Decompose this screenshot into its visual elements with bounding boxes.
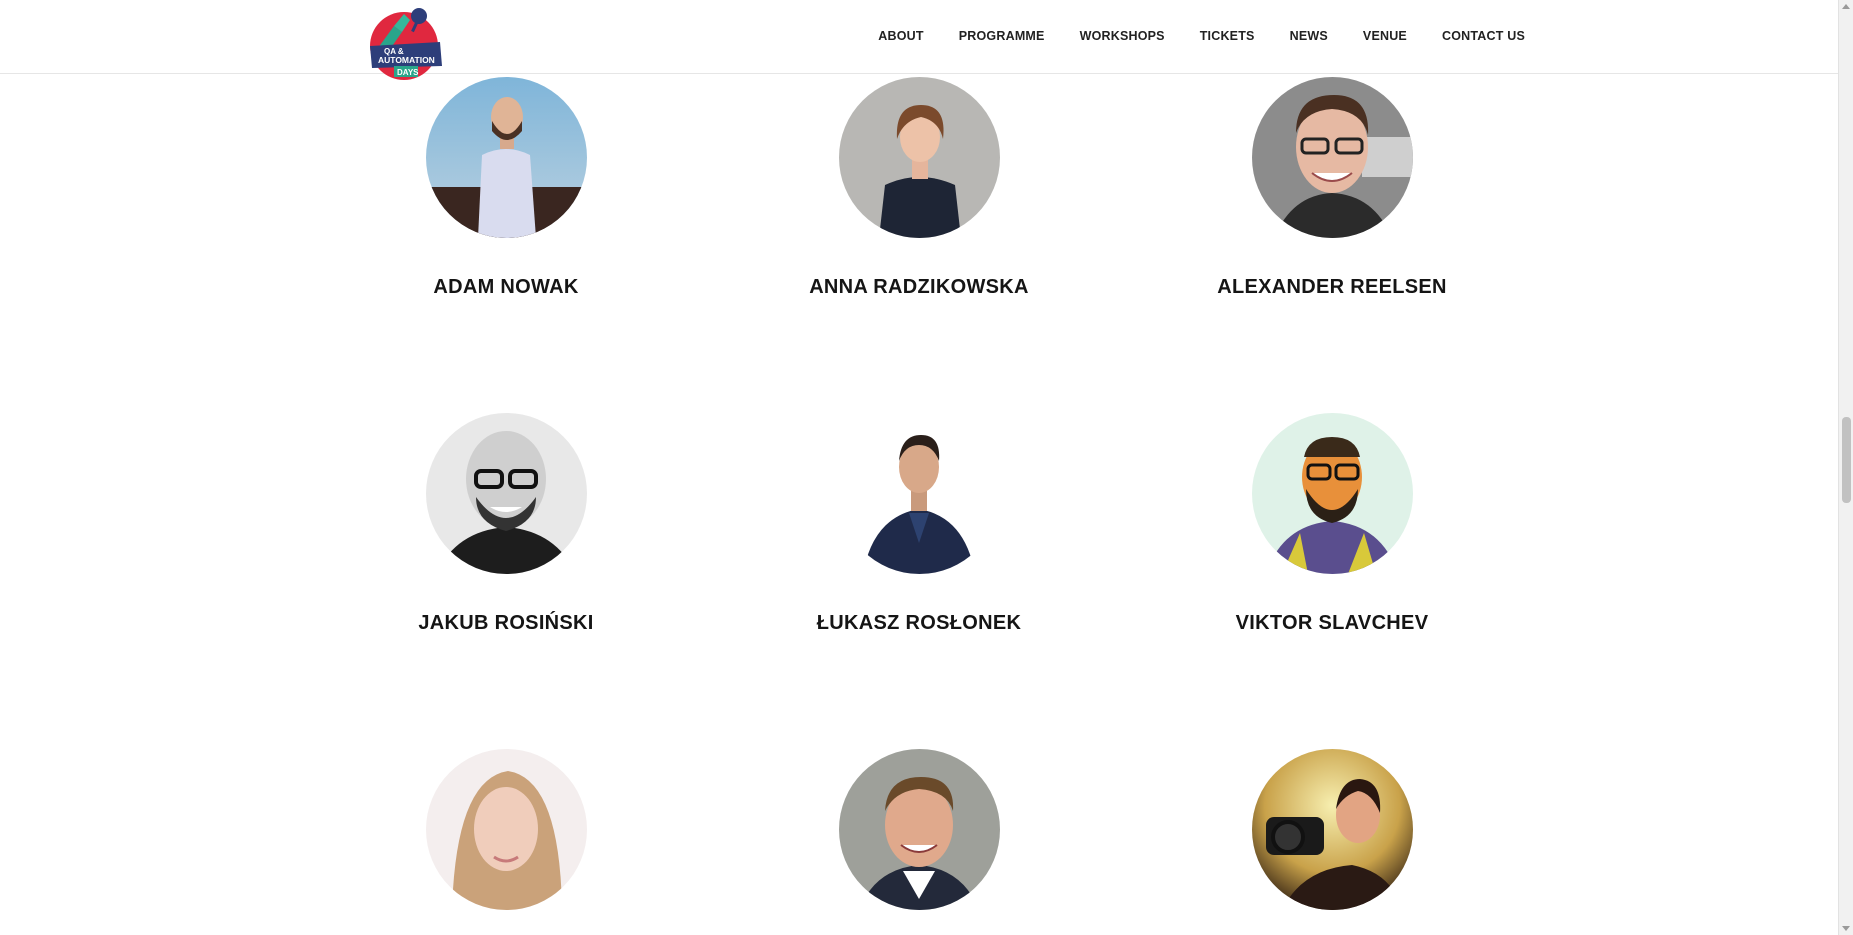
scrollbar-thumb[interactable]: [1842, 417, 1851, 503]
site-logo[interactable]: QA & AUTOMATION DAYS: [364, 4, 444, 82]
speaker-name[interactable]: ŁUKASZ ROSŁONEK: [769, 612, 1069, 635]
speaker-photo[interactable]: [838, 77, 1000, 238]
speaker-card[interactable]: VIKTOR SLAVCHEV: [1182, 413, 1482, 635]
speaker-photo[interactable]: [1251, 413, 1413, 574]
main-nav: ABOUT PROGRAMME WORKSHOPS TICKETS NEWS V…: [843, 0, 1525, 72]
speaker-card[interactable]: ADAM NOWAK: [356, 77, 656, 299]
speaker-name[interactable]: JAKUB ROSIŃSKI: [356, 612, 656, 635]
speaker-photo[interactable]: [425, 413, 587, 574]
speaker-photo[interactable]: [838, 749, 1000, 910]
speaker-card[interactable]: [356, 749, 656, 935]
speaker-card[interactable]: ALEXANDER REELSEN: [1182, 77, 1482, 299]
speaker-card[interactable]: ŁUKASZ ROSŁONEK: [769, 413, 1069, 635]
scroll-down-arrow-icon[interactable]: [1842, 926, 1850, 931]
nav-venue[interactable]: VENUE: [1363, 29, 1407, 43]
nav-news[interactable]: NEWS: [1290, 29, 1328, 43]
speaker-card[interactable]: [1182, 749, 1482, 935]
speaker-photo[interactable]: [1251, 77, 1413, 238]
speaker-card[interactable]: JAKUB ROSIŃSKI: [356, 413, 656, 635]
speaker-card[interactable]: [769, 749, 1069, 935]
speaker-photo[interactable]: [1251, 749, 1413, 910]
speaker-photo[interactable]: [838, 413, 1000, 574]
page-scrollbar[interactable]: [1838, 0, 1853, 935]
nav-programme[interactable]: PROGRAMME: [959, 29, 1045, 43]
nav-workshops[interactable]: WORKSHOPS: [1080, 29, 1165, 43]
nav-tickets[interactable]: TICKETS: [1200, 29, 1255, 43]
speaker-name[interactable]: ANNA RADZIKOWSKA: [769, 276, 1069, 299]
logo-text-bottom: DAYS: [397, 68, 419, 77]
speaker-card[interactable]: ANNA RADZIKOWSKA: [769, 77, 1069, 299]
speaker-photo[interactable]: [425, 77, 587, 238]
nav-about[interactable]: ABOUT: [878, 29, 923, 43]
speaker-name[interactable]: ALEXANDER REELSEN: [1182, 276, 1482, 299]
speaker-name[interactable]: VIKTOR SLAVCHEV: [1182, 612, 1482, 635]
site-header: ABOUT PROGRAMME WORKSHOPS TICKETS NEWS V…: [0, 0, 1838, 74]
logo-text-mid: AUTOMATION: [378, 55, 435, 65]
nav-contact-us[interactable]: CONTACT US: [1442, 29, 1525, 43]
speaker-photo[interactable]: [425, 749, 587, 910]
scroll-up-arrow-icon[interactable]: [1842, 4, 1850, 9]
logo-graphic: QA & AUTOMATION DAYS: [370, 8, 442, 80]
speaker-name[interactable]: ADAM NOWAK: [356, 276, 656, 299]
